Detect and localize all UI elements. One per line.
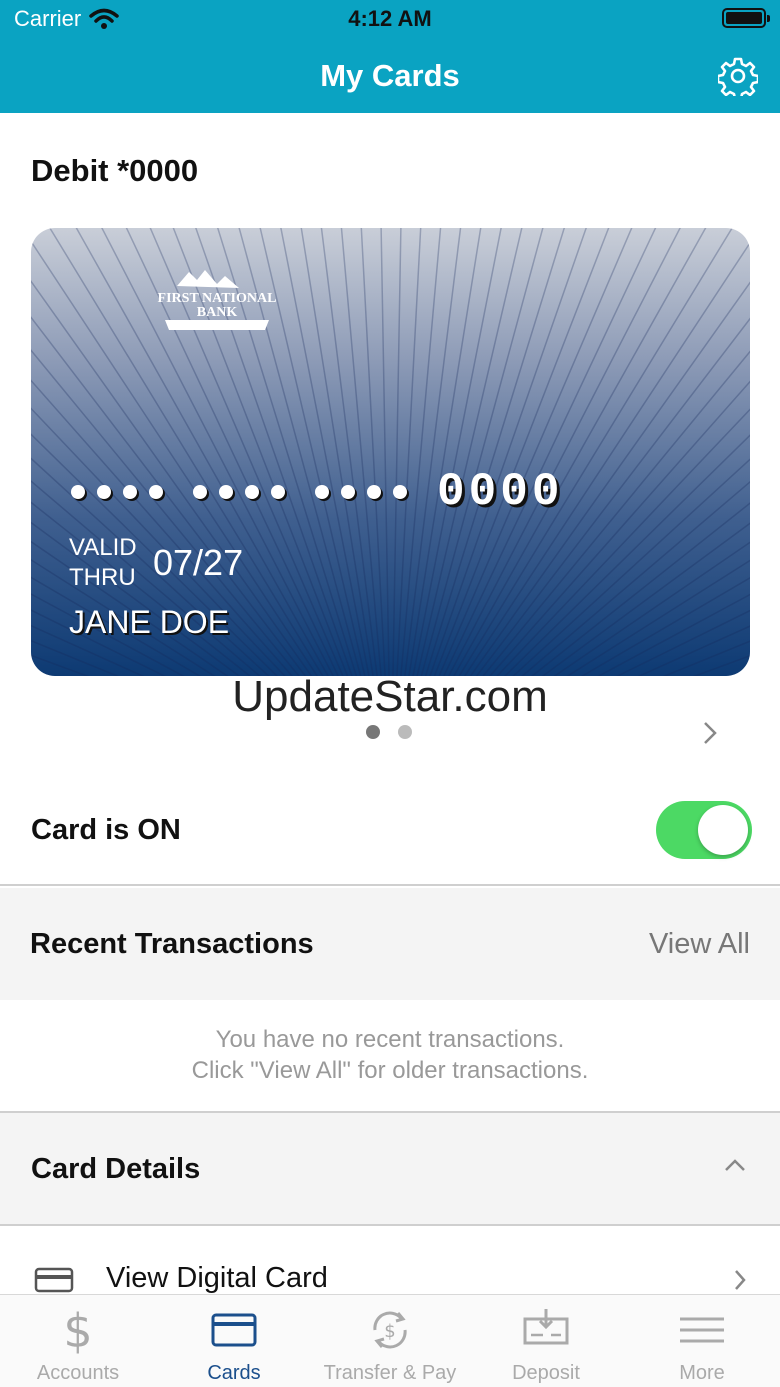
chevron-right-icon [735,1270,746,1290]
chevron-right-icon[interactable] [700,720,720,746]
svg-text:BANK: BANK [197,305,238,320]
chevron-up-icon[interactable] [724,1157,746,1173]
tab-label: Deposit [512,1362,580,1384]
masked-digits-group [71,485,163,499]
debit-card-image[interactable]: FIRST NATIONAL BANK 0000 VALID THRU 07/2… [31,228,750,676]
tab-label: Cards [207,1362,261,1384]
card-on-toggle[interactable] [656,801,752,859]
card-status-label: Card is ON [31,814,181,846]
section-title: Recent Transactions [30,928,314,960]
tab-accounts[interactable]: $ Accounts [0,1295,156,1387]
card-details-header[interactable]: Card Details [0,1113,780,1224]
tab-label: More [679,1362,725,1384]
card-icon [34,1267,74,1293]
card-icon [211,1313,257,1347]
empty-message-line: You have no recent transactions. [215,1026,565,1053]
tab-bar: $ Accounts Cards $ Transfer & Pay Deposi… [0,1294,780,1387]
app-header: Carrier 4:12 AM My Cards [0,0,780,113]
tab-label: Transfer & Pay [323,1362,457,1384]
page-title: My Cards [320,58,460,93]
dollar-icon: $ [63,1305,92,1355]
card-heading: Debit *0000 [31,153,199,188]
valid-label: VALID [69,534,137,561]
transfer-icon: $ [373,1311,407,1349]
card-holder-name: JANE DOE [69,604,230,640]
card-last-four: 0000 [437,466,564,518]
masked-digits-group [315,485,407,499]
tab-deposit[interactable]: Deposit [468,1295,624,1387]
toggle-knob [698,805,748,855]
pager-dot[interactable] [398,725,412,739]
card-number: 0000 [71,466,563,518]
card-ray-line [392,228,402,676]
gear-icon[interactable] [718,56,758,96]
pager-dot[interactable] [366,725,380,739]
masked-digits-group [193,485,285,499]
card-ray-line [340,228,382,676]
view-digital-card-row[interactable]: View Digital Card [0,1226,780,1296]
svg-text:$: $ [384,1321,395,1342]
tab-transfer-pay[interactable]: $ Transfer & Pay [312,1295,468,1387]
section-title: Card Details [31,1153,201,1185]
check-deposit-icon [523,1309,569,1345]
view-digital-card-label: View Digital Card [106,1262,328,1294]
battery-icon [722,8,770,28]
tab-label: Accounts [36,1362,120,1384]
svg-text:$: $ [63,1305,92,1355]
empty-message-line: Click "View All" for older transactions. [191,1057,589,1084]
watermark: UpdateStar.com [232,672,548,721]
card-ray-line [400,228,442,676]
svg-text:FIRST NATIONAL: FIRST NATIONAL [158,291,277,306]
valid-thru-label: VALID THRU [69,533,137,593]
view-all-link[interactable]: View All [649,928,750,961]
tab-more[interactable]: More [624,1295,780,1387]
card-ray-line [396,228,422,676]
thru-label: THRU [69,564,136,591]
status-time: 4:12 AM [348,6,432,31]
card-pager[interactable] [366,725,412,739]
card-ray-line [408,228,482,676]
tab-cards[interactable]: Cards [156,1295,312,1387]
card-status-row: Card is ON [0,776,780,886]
card-ray-line [360,228,386,676]
no-transactions-message: You have no recent transactions. Click "… [0,1024,780,1086]
card-ray-line [380,228,390,676]
bank-logo: FIRST NATIONAL BANK [158,270,277,330]
recent-transactions-header: Recent Transactions View All [0,888,780,1000]
card-expiry: 07/27 [153,542,244,583]
menu-icon [680,1317,724,1343]
